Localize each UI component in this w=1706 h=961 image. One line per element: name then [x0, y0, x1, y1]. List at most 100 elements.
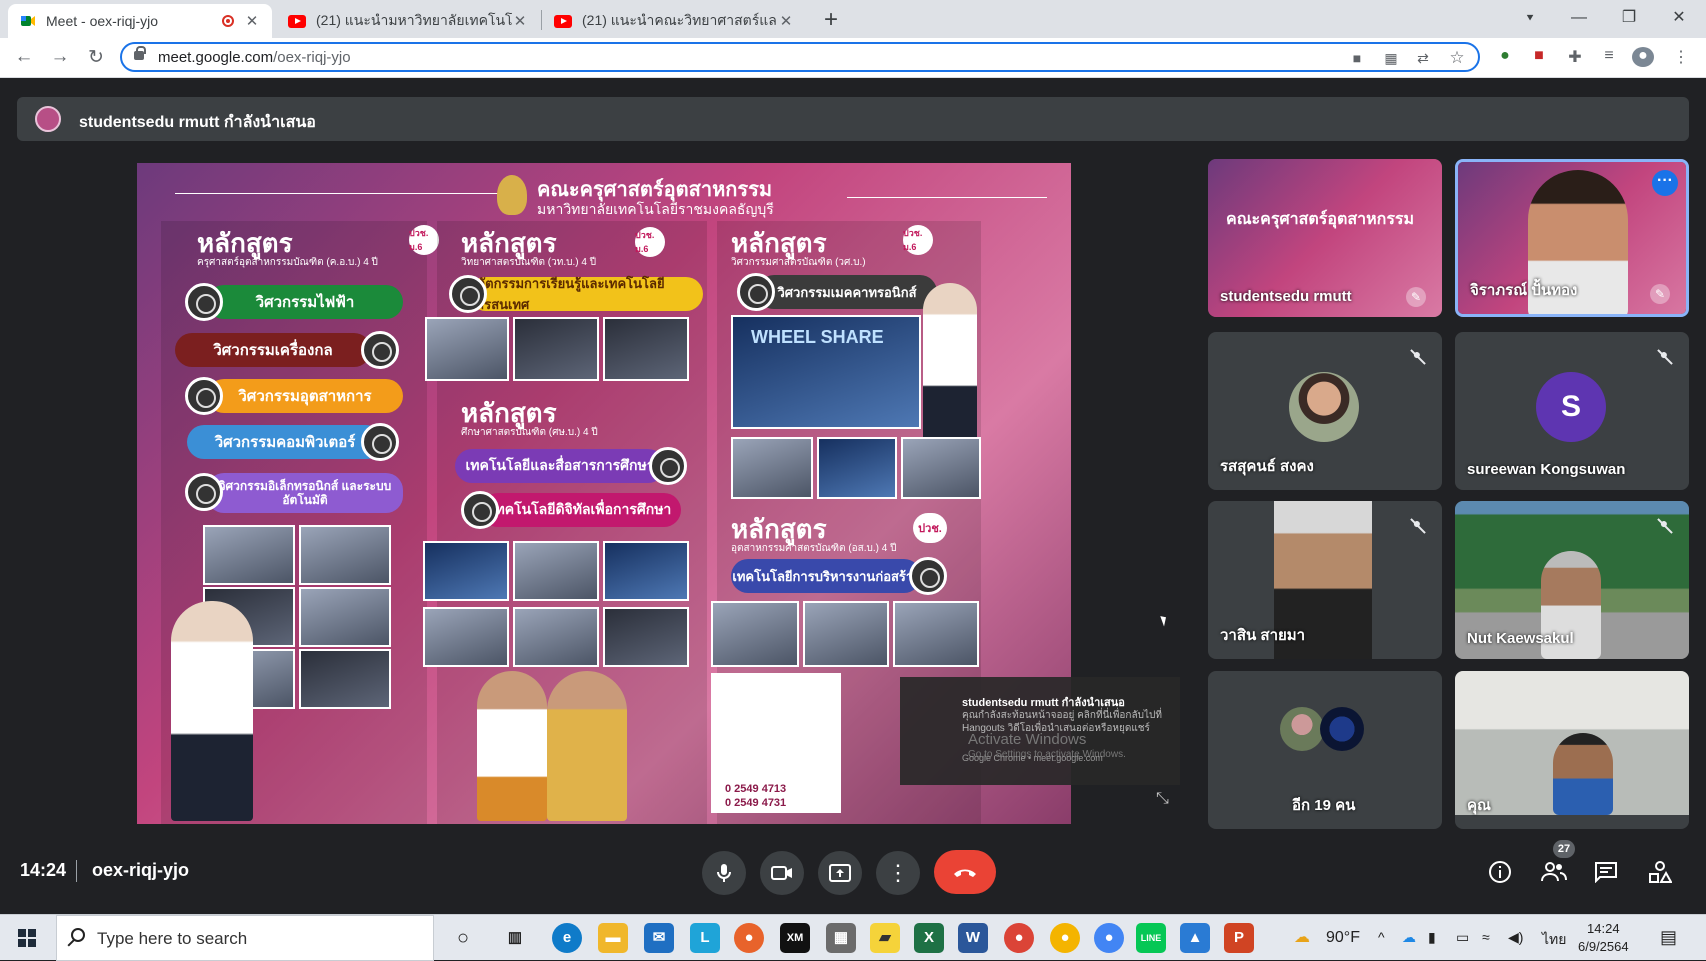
notifications-icon[interactable]: ▤ — [1660, 927, 1677, 948]
line-app-icon[interactable]: LINE — [1136, 923, 1166, 953]
slide-photo — [299, 649, 391, 709]
participant-tile-speaking[interactable]: ··· จิราภรณ์ ปั้นทอง ✎ — [1455, 159, 1689, 317]
camera-icon[interactable]: ■ — [1348, 50, 1366, 66]
minimize-button[interactable]: — — [1556, 4, 1602, 32]
onedrive-icon[interactable]: ☁ — [1402, 929, 1416, 946]
translate-icon[interactable]: ⇄ — [1414, 50, 1432, 66]
participant-tile[interactable]: S ● sureewan Kongsuwan — [1455, 332, 1689, 490]
participant-tile[interactable]: คณะครุศาสตร์อุตสาหกรรม studentsedu rmutt… — [1208, 159, 1442, 317]
controls-divider — [76, 860, 77, 882]
more-options-button[interactable]: ⋮ — [876, 851, 920, 895]
presenting-banner: studentsedu rmutt กำลังนำเสนอ — [17, 97, 1689, 141]
slide-photo — [817, 437, 897, 499]
bookmark-star-icon[interactable]: ☆ — [1448, 48, 1466, 67]
tab-meet[interactable]: Meet - oex-riqj-yjo ✕ — [8, 4, 272, 38]
participant-tile[interactable]: ● รสสุคนธ์ สงคง — [1208, 332, 1442, 490]
program-ring-icon — [461, 491, 499, 529]
program-ring-icon — [649, 447, 687, 485]
tab-youtube-1[interactable]: (21) แนะนำมหาวิทยาลัยเทคโนโลยีราชมงคลศรี… — [276, 4, 540, 38]
taskbar-clock[interactable]: 14:24 6/9/2564 — [1578, 920, 1629, 956]
battery-icon[interactable]: ▭ — [1456, 929, 1469, 946]
activities-icon[interactable] — [1646, 858, 1674, 886]
new-tab-button[interactable]: + — [818, 6, 844, 34]
participant-tile[interactable]: ● วาสิน สายมา — [1208, 501, 1442, 659]
tab-title: (21) แนะนำคณะวิทยาศาสตร์และเทคโนโลยี — [582, 12, 778, 28]
firefox-icon[interactable]: ● — [734, 923, 764, 953]
file-explorer-icon[interactable]: ▬ — [598, 923, 628, 953]
tab-search-icon[interactable]: ⯆ — [1508, 4, 1552, 32]
participant-tile[interactable]: ● Nut Kaewsakul — [1455, 501, 1689, 659]
more-options-icon[interactable]: ··· — [1652, 170, 1678, 196]
chat-icon[interactable] — [1592, 858, 1620, 886]
task-view-icon[interactable]: ▥ — [500, 923, 530, 953]
xm-app-icon[interactable]: XM — [780, 923, 810, 953]
slide-photo — [423, 607, 509, 667]
powerpoint-icon[interactable]: P — [1224, 923, 1254, 953]
reload-icon[interactable]: ↻ — [84, 46, 108, 69]
l-app-icon[interactable]: L — [690, 923, 720, 953]
participant-tile-self[interactable]: คุณ — [1455, 671, 1689, 829]
present-screen-button[interactable] — [818, 851, 862, 895]
browser-tab-bar: Meet - oex-riqj-yjo ✕ (21) แนะนำมหาวิทยา… — [0, 0, 1706, 38]
excel-icon[interactable]: X — [914, 923, 944, 953]
close-tab-icon[interactable]: ✕ — [244, 12, 260, 30]
slide-photo — [603, 607, 689, 667]
camera-button[interactable] — [760, 851, 804, 895]
tab-youtube-2[interactable]: (21) แนะนำคณะวิทยาศาสตร์และเทคโนโลยี ✕ — [542, 4, 806, 38]
close-tab-icon[interactable]: ✕ — [778, 12, 794, 30]
participant-name: รสสุคนธ์ สงคง — [1220, 458, 1314, 475]
menu-kebab-icon[interactable]: ⋮ — [1670, 47, 1692, 67]
pdf-extension-icon[interactable]: ■ — [1528, 47, 1550, 67]
forward-icon[interactable]: → — [48, 46, 72, 68]
chrome-icon[interactable]: ● — [1004, 923, 1034, 953]
meeting-details-icon[interactable] — [1486, 858, 1514, 886]
pin-icon[interactable]: ✎ — [1650, 284, 1670, 304]
word-icon[interactable]: W — [958, 923, 988, 953]
mail-icon[interactable]: ✉ — [644, 923, 674, 953]
tray-chevron-icon[interactable]: ^ — [1378, 929, 1385, 945]
app-icon[interactable]: ▦ — [1382, 50, 1400, 66]
expand-icon[interactable]: ⤡ — [1156, 790, 1169, 808]
microphone-tray-icon[interactable]: ▮ — [1428, 929, 1436, 946]
calculator-icon[interactable]: ▦ — [826, 923, 856, 953]
weather-icon[interactable]: ☁ — [1294, 927, 1310, 947]
maximize-button[interactable]: ❐ — [1606, 4, 1652, 32]
input-language[interactable]: ไทย — [1542, 929, 1566, 951]
chrome-profile-icon[interactable]: ● — [1050, 923, 1080, 953]
reading-list-icon[interactable]: ≡ — [1598, 47, 1620, 67]
participant-tile-others[interactable]: อีก 19 คน — [1208, 671, 1442, 829]
leave-call-button[interactable] — [934, 850, 996, 894]
windows-start-icon[interactable] — [18, 929, 36, 947]
taskbar-search-box[interactable]: Type here to search — [56, 915, 434, 961]
pin-icon[interactable]: ✎ — [1406, 287, 1426, 307]
tab-title: Meet - oex-riqj-yjo — [46, 13, 159, 29]
university-emblem — [497, 175, 527, 215]
chrome-active-icon[interactable]: ● — [1094, 923, 1124, 953]
edge-icon[interactable]: e — [552, 923, 582, 953]
cortana-icon[interactable]: ○ — [448, 923, 478, 953]
participant-figure — [1553, 733, 1613, 815]
wifi-icon[interactable]: ≈ — [1482, 929, 1490, 945]
slide-photo — [425, 317, 509, 381]
photos-icon[interactable]: ▲ — [1180, 923, 1210, 953]
close-window-button[interactable]: ✕ — [1656, 4, 1702, 32]
weather-temp[interactable]: 90°F — [1326, 929, 1360, 947]
people-icon[interactable] — [1540, 858, 1568, 886]
back-icon[interactable]: ← — [12, 46, 36, 68]
mic-muted-icon: ● — [1406, 515, 1428, 537]
program-subtitle: ครุศาสตร์อุตสาหกรรมบัณฑิต (ค.อ.บ.) 4 ปี — [197, 257, 378, 268]
lock-icon — [134, 46, 146, 60]
profile-avatar[interactable]: ● — [1632, 47, 1654, 67]
student-figure — [477, 671, 547, 821]
extension-icon[interactable]: ● — [1494, 47, 1516, 67]
microphone-button[interactable] — [702, 851, 746, 895]
windows-taskbar: Type here to search ○ ▥ e ▬ ✉ L ● XM ▦ ▰… — [0, 914, 1706, 961]
microphone-icon — [717, 864, 731, 882]
screen-share-notification[interactable]: studentsedu rmutt กำลังนำเสนอ คุณกำลังสะ… — [900, 677, 1180, 785]
address-bar[interactable]: meet.google.com/oex-riqj-yjo ■ ▦ ⇄ ☆ — [120, 42, 1480, 72]
program-column-1: หลักสูตร ครุศาสตร์อุตสาหกรรมบัณฑิต (ค.อ.… — [161, 221, 439, 824]
extensions-puzzle-icon[interactable]: ✚ — [1564, 47, 1586, 67]
sticky-notes-icon[interactable]: ▰ — [870, 923, 900, 953]
close-tab-icon[interactable]: ✕ — [512, 12, 528, 30]
volume-icon[interactable]: ◀) — [1508, 929, 1523, 946]
